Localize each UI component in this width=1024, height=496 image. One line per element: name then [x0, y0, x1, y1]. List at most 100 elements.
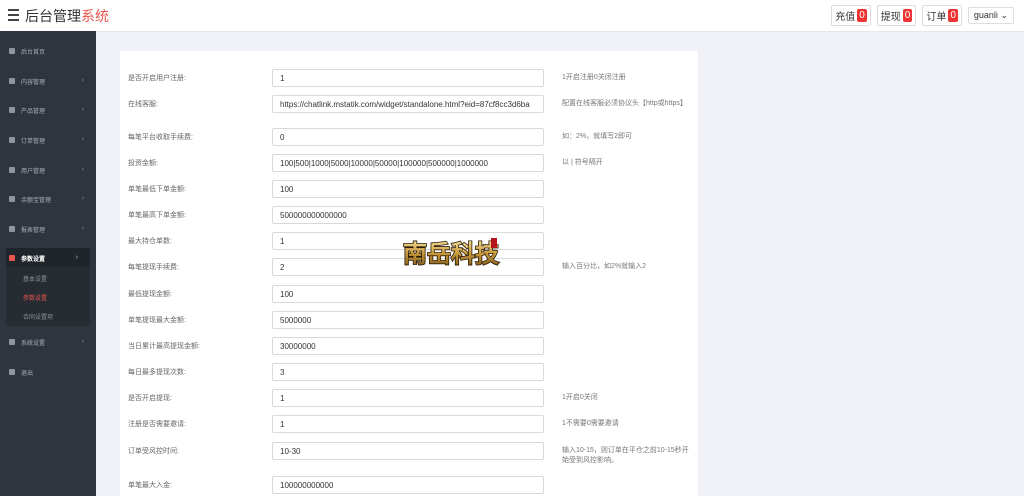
form-row: 单笔提现最大金额: 5000000 [120, 311, 698, 329]
recharge-badge: 0 [857, 8, 867, 22]
submenu-item-contract[interactable]: 合同设置项 [23, 312, 53, 321]
sidebar-item-label: 内容管理 [21, 79, 46, 86]
field-input[interactable]: 1 [272, 415, 544, 433]
sidebar-item-label: 退出 [21, 370, 34, 377]
watermark-logo: 南岳科技 [398, 234, 504, 272]
submenu-item-basic[interactable]: 基本设置 [23, 274, 47, 283]
sidebar-item-label: 系统设置 [21, 340, 46, 347]
gears-icon [9, 339, 15, 345]
sidebar-item-label: 报表管理 [21, 227, 46, 234]
top-bar: 后台管理系统 充值 0 提现 0 订单 0 guanli ⌄ [0, 0, 1024, 32]
order-icon [9, 137, 15, 143]
field-label: 单笔最低下单金额: [128, 186, 186, 193]
form-row: 是否开启用户注册: 1 1开启注册0关闭注册 [120, 69, 698, 87]
field-input[interactable]: 500000000000000 [272, 206, 544, 224]
chevron-right-icon: › [81, 106, 84, 113]
sidebar: 后台首页 内容管理 › 产品管理 › 订单管理 › 用户管理 › 余额宝管理 ›… [0, 31, 96, 496]
field-input[interactable]: 3 [272, 363, 544, 381]
sidebar-item-content[interactable]: 内容管理 › [0, 71, 96, 91]
sidebar-item-label: 订单管理 [21, 138, 46, 145]
form-row: 单笔最大入金: 100000000000 [120, 476, 698, 494]
field-hint: 1开启注册0关闭注册 [562, 74, 626, 81]
withdraw-badge: 0 [902, 8, 913, 22]
field-hint: 输入百分比，如2%就输入2 [562, 263, 647, 270]
settings-icon [9, 255, 15, 261]
submenu-item-parameters[interactable]: 参数设置 [23, 293, 47, 302]
field-input[interactable]: 30000000 [272, 337, 544, 355]
username: guanli [973, 9, 998, 20]
field-input[interactable]: https://chatlink.mstatik.com/widget/stan… [272, 95, 544, 113]
field-hint: 1不需要0需要邀请 [562, 420, 619, 427]
field-label: 是否开启提现: [128, 395, 172, 402]
field-hint: 输入10-15，则订单在平仓之前10-15秒开始受到风控影响。 [562, 447, 689, 464]
form-row: 订单受风控时间: 10-30 输入10-15，则订单在平仓之前10-15秒开始受… [120, 442, 698, 464]
user-icon [9, 167, 15, 173]
top-actions: 充值 0 提现 0 订单 0 guanli ⌄ [831, 4, 1014, 26]
form-row: 当日累计最高提现金额: 30000000 [120, 337, 698, 355]
chevron-right-icon: › [81, 77, 84, 84]
field-label: 最低提现金额: [128, 291, 172, 298]
field-hint: 以 | 符号隔开 [562, 159, 603, 166]
report-icon [9, 226, 15, 232]
form-row: 注册是否需要邀请: 1 1不需要0需要邀请 [120, 415, 698, 433]
field-input[interactable]: 100000000000 [272, 476, 544, 494]
sidebar-item-parameters[interactable]: 参数设置 › [6, 248, 90, 268]
sidebar-item-dashboard[interactable]: 后台首页 [0, 41, 96, 61]
sidebar-item-reports[interactable]: 报表管理 › [0, 219, 96, 239]
chevron-right-icon: › [81, 225, 84, 232]
sidebar-item-system[interactable]: 系统设置 › [0, 332, 96, 352]
product-icon [9, 107, 15, 113]
sidebar-item-label: 后台首页 [21, 49, 46, 56]
sidebar-item-products[interactable]: 产品管理 › [0, 100, 96, 120]
recharge-label: 充值 [835, 11, 856, 23]
chevron-right-icon: › [81, 195, 84, 202]
app-title-main: 后台管理 [25, 8, 81, 24]
chevron-right-icon: › [81, 166, 84, 173]
wallet-icon [9, 196, 15, 202]
user-menu-button[interactable]: guanli ⌄ [967, 6, 1014, 24]
field-hint: 如：2%，就填写2即可 [562, 133, 633, 140]
field-label: 最大持仓单数: [128, 238, 172, 245]
chevron-down-icon: › [75, 254, 78, 261]
svg-text:南岳科技: 南岳科技 [403, 239, 500, 268]
content-icon [9, 78, 15, 84]
app-title-accent: 系统 [81, 8, 109, 24]
sidebar-item-label: 余额宝管理 [21, 197, 52, 204]
field-input[interactable]: 0 [272, 128, 544, 146]
sidebar-item-wallet[interactable]: 余额宝管理 › [0, 189, 96, 209]
dashboard-icon [9, 48, 15, 54]
form-row: 投资金额: 100|500|1000|5000|10000|50000|1000… [120, 154, 698, 172]
orders-badge: 0 [948, 8, 958, 22]
field-label: 每笔提现手续费: [128, 264, 179, 271]
chevron-down-icon: ⌄ [1000, 9, 1008, 20]
field-input[interactable]: 10-30 [272, 442, 544, 460]
field-label: 单笔最高下单金额: [128, 212, 186, 219]
form-row: 每笔平台收取手续费: 0 如：2%，就填写2即可 [120, 128, 698, 146]
field-input[interactable]: 100 [272, 180, 544, 198]
sidebar-item-label: 产品管理 [21, 108, 46, 115]
field-input[interactable]: 5000000 [272, 311, 544, 329]
chevron-right-icon: › [81, 136, 84, 143]
watermark-logo-graphic: 南岳科技 [402, 238, 501, 269]
field-input[interactable]: 100 [272, 285, 544, 303]
form-row: 在线客服: https://chatlink.mstatik.com/widge… [120, 95, 698, 113]
recharge-button[interactable]: 充值 0 [831, 4, 871, 26]
sidebar-item-label: 参数设置 [21, 256, 46, 263]
orders-button[interactable]: 订单 0 [922, 4, 962, 26]
settings-form-panel: 是否开启用户注册: 1 1开启注册0关闭注册 在线客服: https://cha… [120, 51, 698, 496]
field-input[interactable]: 1 [272, 389, 544, 407]
form-row: 每日最多提现次数: 3 [120, 363, 698, 381]
sidebar-item-logout[interactable]: 退出 [0, 362, 96, 382]
field-label: 注册是否需要邀请: [128, 421, 186, 428]
menu-toggle-icon[interactable] [8, 9, 19, 21]
field-label: 当日累计最高提现金额: [128, 343, 200, 350]
sidebar-item-orders[interactable]: 订单管理 › [0, 130, 96, 150]
field-input[interactable]: 100|500|1000|5000|10000|50000|100000|500… [272, 154, 544, 172]
sidebar-item-users[interactable]: 用户管理 › [0, 160, 96, 180]
chevron-right-icon: › [81, 338, 84, 345]
withdraw-button[interactable]: 提现 0 [876, 4, 917, 26]
logout-icon [9, 369, 15, 375]
field-input[interactable]: 1 [272, 69, 544, 87]
field-hint: 配置在线客服必须协议头【http或https】 [562, 100, 687, 107]
withdraw-label: 提现 [880, 11, 901, 23]
